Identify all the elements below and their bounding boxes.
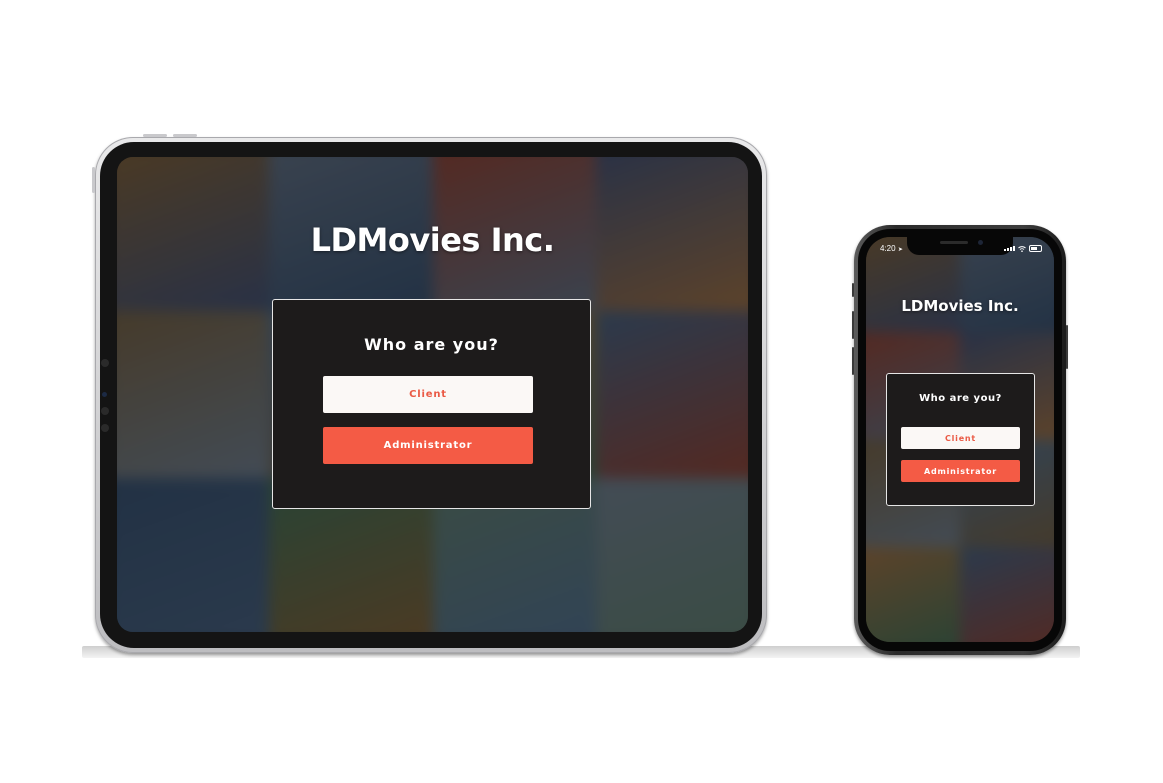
status-icons xyxy=(1004,245,1042,252)
cellular-signal-icon xyxy=(1004,246,1015,251)
tablet-device: LDMovies Inc. Who are you? Client Admini… xyxy=(92,134,767,653)
tablet-top-button xyxy=(143,134,167,137)
phone-screen: 4:20 ➤ LDMovies Inc. Who are you? Client… xyxy=(866,237,1054,642)
client-button[interactable]: Client xyxy=(323,376,533,413)
tablet-top-button xyxy=(173,134,197,137)
app-title: LDMovies Inc. xyxy=(310,221,555,259)
phone-volume-up xyxy=(852,311,854,339)
status-time: 4:20 ➤ xyxy=(880,244,903,253)
tablet-camera-dot xyxy=(101,359,109,367)
tablet-sensor-dot xyxy=(102,392,107,397)
tablet-sensor-dot xyxy=(101,424,109,432)
status-time-text: 4:20 xyxy=(880,244,896,253)
phone-volume-down xyxy=(852,347,854,375)
device-mockup-stage: LDMovies Inc. Who are you? Client Admini… xyxy=(0,0,1163,783)
phone-device: 4:20 ➤ LDMovies Inc. Who are you? Client… xyxy=(852,225,1068,655)
client-button[interactable]: Client xyxy=(901,427,1020,449)
role-prompt-heading: Who are you? xyxy=(919,393,1002,404)
role-selection-card: Who are you? Client Administrator xyxy=(886,373,1035,506)
app-title: LDMovies Inc. xyxy=(901,297,1019,315)
phone-silent-switch xyxy=(852,283,854,297)
phone-power-button xyxy=(1066,325,1068,369)
role-selection-card: Who are you? Client Administrator xyxy=(272,299,591,509)
role-prompt-heading: Who are you? xyxy=(364,335,499,354)
tablet-screen: LDMovies Inc. Who are you? Client Admini… xyxy=(117,157,748,632)
tablet-side-button xyxy=(92,167,95,193)
tablet-sensor-dot xyxy=(101,407,109,415)
battery-icon xyxy=(1029,245,1042,252)
wifi-icon xyxy=(1018,245,1026,252)
location-arrow-icon: ➤ xyxy=(897,247,903,253)
administrator-button[interactable]: Administrator xyxy=(901,460,1020,482)
administrator-button[interactable]: Administrator xyxy=(323,427,533,464)
phone-status-bar: 4:20 ➤ xyxy=(866,237,1054,259)
